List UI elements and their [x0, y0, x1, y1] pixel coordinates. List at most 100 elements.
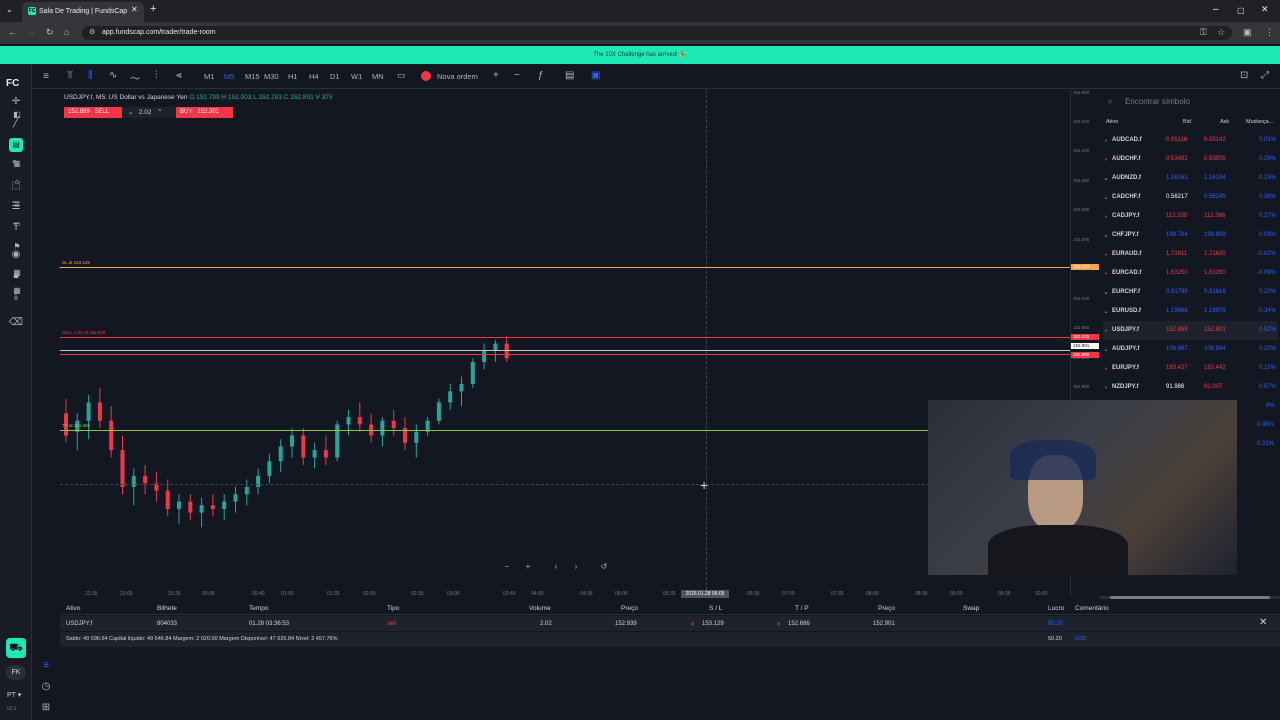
forward-icon[interactable]: →: [27, 27, 36, 37]
tab-list-icon[interactable]: ⌄: [6, 5, 13, 14]
timeframe-w1[interactable]: W1: [351, 72, 362, 81]
watchlist-row[interactable]: ▼ EURCAD.f 1.63250 1.63280 -0.09%: [1103, 264, 1278, 283]
calculator-icon[interactable]: ⊞: [38, 701, 54, 715]
trash-icon[interactable]: ⌫: [8, 316, 24, 330]
bookmark-star-icon[interactable]: ☆: [1217, 27, 1225, 38]
chart-type-icon[interactable]: ⫷: [176, 70, 182, 81]
maximize-icon[interactable]: ▢: [1237, 6, 1245, 15]
wallet-nav-icon[interactable]: ▥: [9, 157, 25, 171]
watchlist-row[interactable]: ▲ EURCHF.f 0.91799 0.91818 0.22%: [1103, 283, 1278, 302]
watchlist-row[interactable]: ▼ CADJPY.f 112.338 112.366 0.27%: [1103, 207, 1278, 226]
take-profit-line[interactable]: [60, 430, 928, 431]
positions-column-header[interactable]: Preço: [878, 605, 895, 612]
watchlist-scrollbar[interactable]: [1100, 596, 1280, 599]
watchlist-row[interactable]: ▲ CHFJPY.f 199.784 199.809 0.03%: [1103, 226, 1278, 245]
watchlist-row[interactable]: ▲ CADCHF.f 0.56217 0.56249 0.36%: [1103, 188, 1278, 207]
timeframe-m15[interactable]: M15: [245, 72, 260, 81]
reload-icon[interactable]: ↻: [46, 27, 54, 38]
price-chart[interactable]: [60, 90, 1070, 595]
line-chart-icon[interactable]: ∿: [109, 70, 117, 81]
sell-button[interactable]: 152.889 SELL: [64, 107, 122, 118]
key-icon[interactable]: ⚿: [1200, 27, 1207, 38]
cart-icon[interactable]: ⛟: [6, 638, 26, 658]
timeframe-m30[interactable]: M30: [264, 72, 279, 81]
timeframe-m5[interactable]: M5: [224, 72, 234, 81]
close-window-icon[interactable]: ✕: [1261, 4, 1269, 15]
positions-column-header[interactable]: Lucro: [1048, 605, 1064, 612]
browser-tab[interactable]: Sala De Trading | FundsCap: [22, 2, 144, 22]
new-tab-button[interactable]: +: [150, 3, 156, 15]
card-nav-icon[interactable]: ▭: [9, 217, 25, 231]
sell-entry-line[interactable]: [60, 337, 1070, 338]
watchlist-row[interactable]: ▲ AUDNZD.f 1.16163 1.16194 0.19%: [1103, 169, 1278, 188]
template-icon[interactable]: ▤: [565, 70, 574, 81]
stop-loss-line[interactable]: [60, 267, 1070, 268]
remove-tp-icon[interactable]: ✕: [776, 621, 781, 628]
screenshot-icon[interactable]: ⊡: [1240, 70, 1248, 81]
indicators-icon[interactable]: ⫶: [155, 70, 158, 81]
zoom-out-icon[interactable]: −: [514, 70, 520, 81]
positions-column-header[interactable]: Volume: [529, 605, 551, 612]
symbol-search-input[interactable]: Encontrar símbolo: [1104, 95, 1276, 109]
language-select[interactable]: PT ▾: [7, 691, 21, 699]
positions-column-header[interactable]: Preço: [621, 605, 638, 612]
watchlist-row[interactable]: ▼ NZDJPY.f 91.986 92.007 0.07%: [1103, 378, 1278, 397]
minimize-icon[interactable]: –: [1213, 4, 1219, 15]
indicator-fx-icon[interactable]: ƒ: [538, 70, 544, 81]
remove-sl-icon[interactable]: ✕: [690, 621, 695, 628]
crosshair-tool-icon[interactable]: ✛: [8, 95, 24, 109]
trophy-nav-icon[interactable]: ♕: [9, 198, 25, 212]
site-info-icon[interactable]: ⚙: [89, 28, 95, 36]
watch-header-ask[interactable]: Ask: [1220, 119, 1229, 125]
fullscreen-icon[interactable]: ⤢: [1261, 70, 1269, 81]
bar-chart-icon[interactable]: ⫪: [67, 70, 73, 81]
zoom-out-chart-icon[interactable]: −: [500, 562, 514, 575]
watchlist-row[interactable]: ▲ EURUSD.f 1.19968 1.19979 -0.34%: [1103, 302, 1278, 321]
timeframe-h1[interactable]: H1: [288, 72, 298, 81]
watchlist-row[interactable]: ▼ EURJPY.f 183.427 183.442 0.15%: [1103, 359, 1278, 378]
one-click-icon[interactable]: ▭: [397, 70, 408, 81]
positions-column-header[interactable]: T / P: [795, 605, 809, 612]
pos-tp[interactable]: 152.686: [788, 621, 810, 627]
history-icon[interactable]: ◷: [38, 680, 54, 694]
new-order-button[interactable]: Nova ordem: [437, 72, 478, 81]
promo-banner[interactable]: The 10X Challenge has arrived! 🎉: [0, 46, 1280, 64]
positions-column-header[interactable]: S / L: [709, 605, 722, 612]
browser-menu-icon[interactable]: ⋮: [1265, 27, 1274, 38]
watchlist-row[interactable]: ▲ AUDJPY.f 106.867 106.894 0.22%: [1103, 340, 1278, 359]
positions-column-header[interactable]: Tipo: [387, 605, 399, 612]
close-tab-icon[interactable]: ✕: [131, 5, 138, 14]
timeframe-d1[interactable]: D1: [330, 72, 340, 81]
chart-nav-icon[interactable]: ▤: [9, 138, 23, 152]
watch-header-asset[interactable]: Ativo: [1106, 119, 1118, 125]
avatar[interactable]: FK: [6, 665, 26, 680]
lot-size-stepper[interactable]: ⌄ 2.02 ⌃: [122, 107, 176, 118]
candle-chart-icon[interactable]: ⫼: [88, 70, 93, 81]
zoom-in-chart-icon[interactable]: +: [521, 562, 535, 575]
grid-nav-icon[interactable]: ▦: [9, 284, 25, 298]
timeframe-h4[interactable]: H4: [309, 72, 319, 81]
positions-column-header[interactable]: Bilhete: [157, 605, 177, 612]
watchlist-row[interactable]: ▼ AUDCAD.f 0.95116 0.95142 0.01%: [1103, 131, 1278, 150]
scroll-right-icon[interactable]: ›: [569, 562, 583, 575]
positions-column-header[interactable]: Comentário: [1075, 605, 1109, 612]
close-position-icon[interactable]: ✕: [1259, 617, 1267, 628]
pos-sl[interactable]: 153.129: [702, 621, 724, 627]
home-icon[interactable]: ⌂: [64, 27, 69, 37]
positions-column-header[interactable]: Swap: [963, 605, 979, 612]
positions-column-header[interactable]: Tempo: [249, 605, 269, 612]
lock-nav-icon[interactable]: ◧: [9, 108, 25, 122]
position-row[interactable]: [60, 616, 1280, 631]
watch-header-change[interactable]: Mudança...: [1246, 119, 1273, 125]
scroll-left-icon[interactable]: ‹: [549, 562, 563, 575]
depth-icon[interactable]: ▣: [591, 70, 600, 81]
home-nav-icon[interactable]: ⌂: [9, 175, 25, 189]
watch-header-bid[interactable]: Bid: [1183, 119, 1191, 125]
profile-icon[interactable]: ▣: [1243, 27, 1252, 38]
list-icon[interactable]: ≡: [38, 659, 54, 673]
timeframe-mn[interactable]: MN: [372, 72, 384, 81]
positions-column-header[interactable]: Ativo: [66, 605, 80, 612]
watchlist-row[interactable]: ▼ AUDCHF.f 0.53482 0.53508 0.29%: [1103, 150, 1278, 169]
new-order-icon[interactable]: [421, 71, 431, 81]
watchlist-row[interactable]: ▼ EURAUD.f 1.71611 1.71635 -0.02%: [1103, 245, 1278, 264]
